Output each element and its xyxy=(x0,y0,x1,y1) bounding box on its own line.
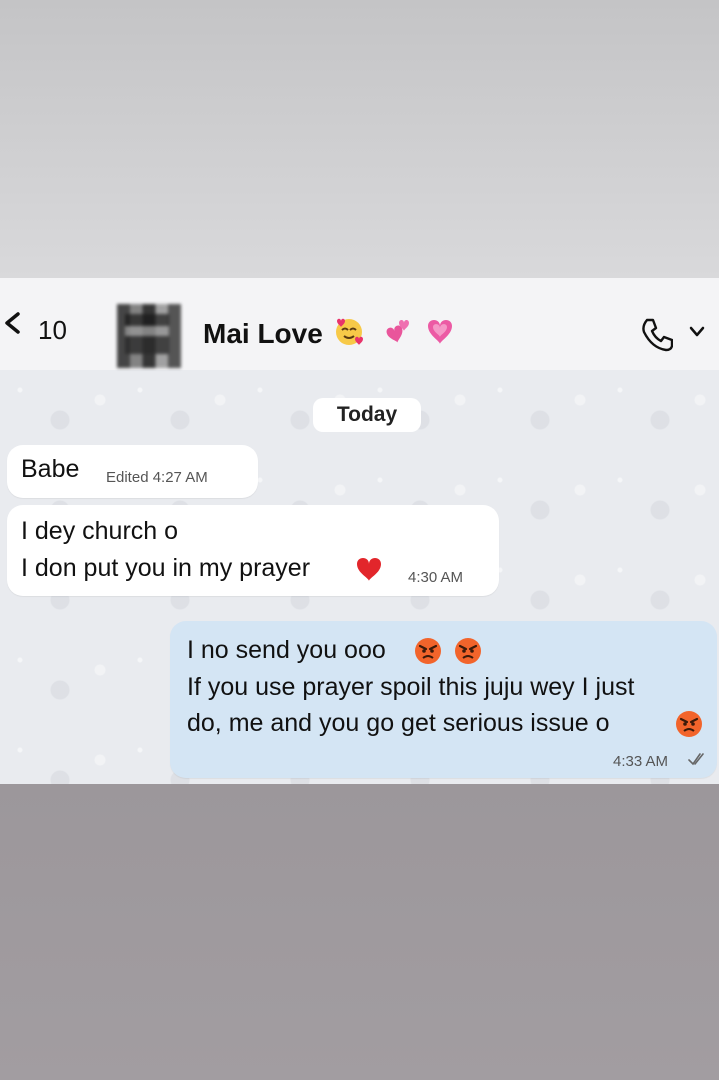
chevron-down-icon[interactable] xyxy=(689,326,705,338)
date-separator: Today xyxy=(313,398,421,432)
message-text-line: do, me and you go get serious issue o xyxy=(187,709,610,737)
message-text-line: I don put you in my prayer xyxy=(21,554,311,582)
avatar[interactable] xyxy=(117,304,181,368)
phone-icon[interactable] xyxy=(639,316,673,352)
message-meta: Edited 4:27 AM xyxy=(106,469,208,486)
two-hearts-emoji xyxy=(386,320,409,343)
bottom-background xyxy=(0,784,719,1080)
incoming-message-bubble[interactable]: I dey church o I don put you in my praye… xyxy=(7,505,499,596)
growing-heart-emoji xyxy=(428,320,452,344)
message-text: Babe xyxy=(21,455,80,483)
unread-count[interactable]: 10 xyxy=(38,317,67,343)
message-time: 4:33 AM xyxy=(613,753,669,770)
chat-screenshot: 10 Mai Love Today Babe Edited 4:27 AM I … xyxy=(0,278,719,784)
message-text-line: If you use prayer spoil this juju wey I … xyxy=(187,673,635,701)
message-text-line: I no send you ooo xyxy=(187,636,386,664)
angry-face-emoji xyxy=(415,638,441,664)
read-double-tick-icon xyxy=(688,753,704,766)
top-background xyxy=(0,0,719,278)
message-text-line: I dey church o xyxy=(21,517,179,545)
smiling-face-with-hearts-emoji xyxy=(336,318,363,345)
chat-header: 10 Mai Love xyxy=(0,278,719,370)
message-time: 4:30 AM xyxy=(408,569,464,586)
contact-name[interactable]: Mai Love xyxy=(203,320,323,348)
angry-face-emoji xyxy=(455,638,481,664)
back-chevron-icon[interactable] xyxy=(2,312,22,334)
outgoing-message-bubble[interactable]: I no send you ooo If you use prayer spoi… xyxy=(170,621,717,778)
incoming-message-bubble[interactable]: Babe Edited 4:27 AM xyxy=(7,445,258,498)
angry-face-emoji xyxy=(676,711,702,737)
red-heart-emoji xyxy=(357,558,381,581)
